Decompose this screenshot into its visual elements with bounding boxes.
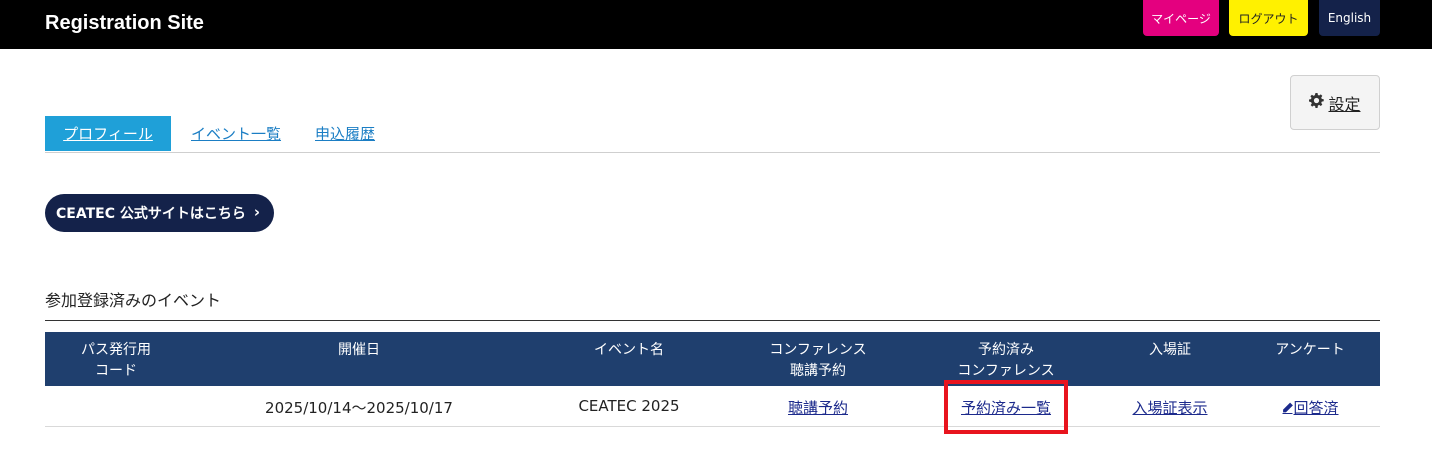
admission-display-link[interactable]: 入場証表示: [1132, 399, 1207, 417]
table-header: パス発行用 コード 開催日 イベント名 コンファレンス 聴講予約 予約済み コン…: [45, 332, 1380, 386]
tab-profile[interactable]: プロフィール: [45, 116, 171, 151]
cell-date: 2025/10/14〜2025/10/17: [265, 399, 453, 417]
cell-survey: 回答済: [1281, 397, 1339, 418]
english-language-button[interactable]: English: [1319, 0, 1380, 36]
cell-admission: 入場証表示: [1132, 397, 1207, 418]
header-conference-reserve: コンファレンス 聴講予約: [769, 342, 867, 379]
pencil-icon: [1282, 402, 1293, 414]
header-pass-code: パス発行用 コード: [81, 342, 151, 379]
top-header: Registration Site マイページ ログアウト English: [0, 0, 1432, 49]
tab-event-list[interactable]: イベント一覧: [191, 116, 281, 151]
highlight-box: [944, 380, 1068, 434]
tab-application-history[interactable]: 申込履歴: [315, 116, 375, 151]
tab-bar: プロフィール イベント一覧 申込履歴: [45, 116, 1380, 153]
official-site-button[interactable]: CEATEC 公式サイトはこちら ›: [45, 194, 274, 232]
conference-reserve-link[interactable]: 聴講予約: [788, 399, 848, 417]
section-title: 参加登録済みのイベント: [45, 291, 222, 310]
registered-events-table: パス発行用 コード 開催日 イベント名 コンファレンス 聴講予約 予約済み コン…: [45, 332, 1380, 427]
survey-answered-link[interactable]: 回答済: [1281, 399, 1339, 417]
settings-label: 設定: [1328, 94, 1361, 114]
cell-conference-reserve: 聴講予約: [788, 397, 848, 418]
header-event-name: イベント名: [594, 342, 664, 358]
table-row: 2025/10/14〜2025/10/17 CEATEC 2025 聴講予約 予…: [45, 386, 1380, 427]
section-divider: [45, 320, 1380, 321]
header-survey: アンケート: [1275, 342, 1345, 358]
chevron-right-icon: ›: [253, 203, 260, 221]
header-reserved-conference: 予約済み コンファレンス: [957, 342, 1055, 379]
site-title: Registration Site: [45, 12, 204, 34]
header-admission: 入場証: [1149, 342, 1191, 358]
gear-icon: [1309, 93, 1325, 112]
mypage-button[interactable]: マイページ: [1143, 0, 1219, 36]
logout-button[interactable]: ログアウト: [1229, 0, 1308, 36]
cell-event-name: CEATEC 2025: [578, 397, 680, 415]
official-site-label: CEATEC 公式サイトはこちら: [56, 206, 246, 222]
survey-label: 回答済: [1293, 399, 1339, 417]
header-date: 開催日: [338, 342, 380, 358]
